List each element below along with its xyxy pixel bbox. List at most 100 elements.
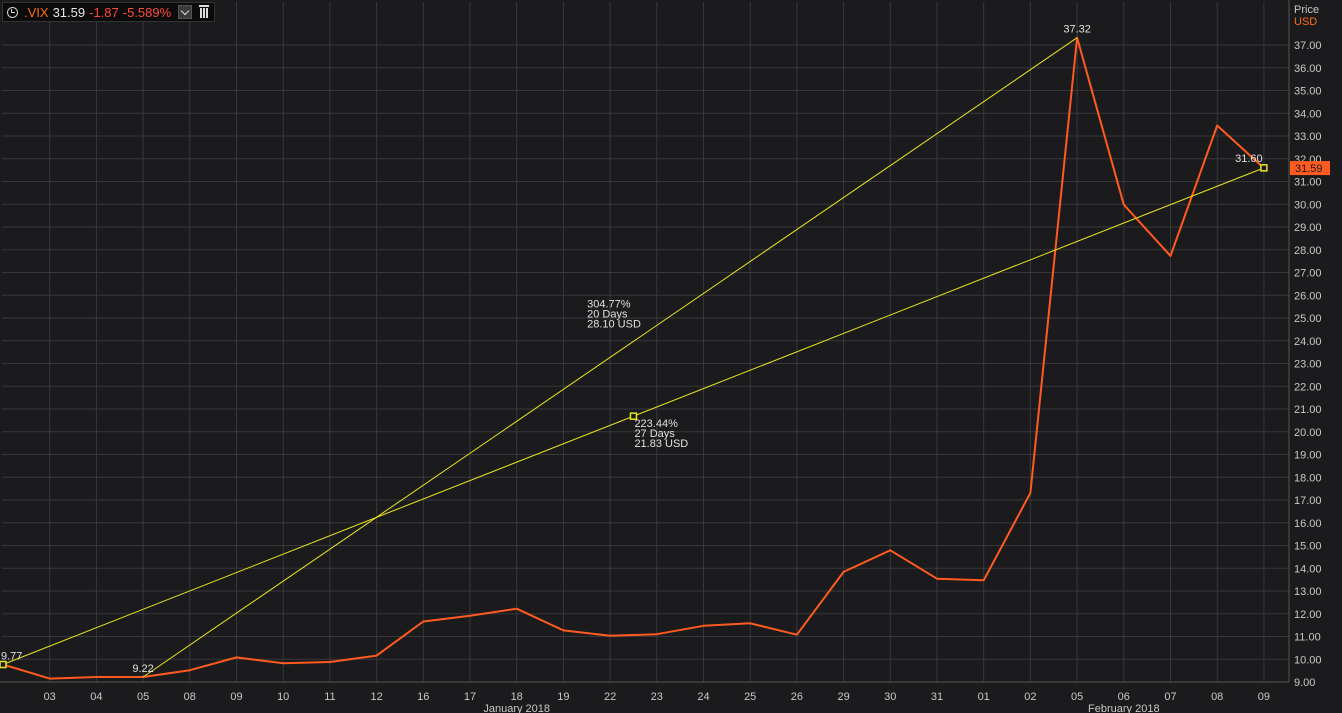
- x-tick-label: 18: [511, 691, 523, 703]
- data-point[interactable]: [887, 547, 893, 553]
- y-tick-label: 26.00: [1294, 290, 1322, 302]
- x-tick-label: 30: [884, 691, 896, 703]
- trendline-stat: 28.10 USD: [587, 318, 641, 330]
- price-change-percent: -5.589%: [122, 4, 172, 20]
- trendline-handle[interactable]: [1260, 164, 1268, 172]
- y-tick-label: 24.00: [1294, 336, 1322, 348]
- y-tick-label: 29.00: [1294, 222, 1322, 234]
- data-point[interactable]: [93, 674, 99, 680]
- x-tick-label: 25: [744, 691, 756, 703]
- x-tick-label: 05: [1071, 691, 1083, 703]
- data-point[interactable]: [747, 620, 753, 626]
- data-point[interactable]: [701, 623, 707, 629]
- data-point[interactable]: [841, 569, 847, 575]
- y-tick-label: 21.00: [1294, 404, 1322, 416]
- trendline-stat: 21.83 USD: [634, 438, 688, 450]
- symbol-label[interactable]: .VIX: [24, 5, 49, 20]
- y-tick-label: 14.00: [1294, 563, 1322, 575]
- chevron-down-icon[interactable]: [178, 5, 193, 19]
- y-tick-label: 35.00: [1294, 86, 1322, 98]
- x-tick-label: 26: [791, 691, 803, 703]
- x-tick-label: 04: [90, 691, 102, 703]
- y-tick-label: 17.00: [1294, 495, 1322, 507]
- trash-icon[interactable]: [198, 5, 210, 19]
- data-point[interactable]: [1121, 202, 1127, 208]
- data-point[interactable]: [654, 631, 660, 637]
- data-point[interactable]: [514, 606, 520, 612]
- data-point[interactable]: [420, 618, 426, 624]
- axes: 9.00 10.00 11.00 12.00 13.00 14.00 15.00 16.00 1…: [0, 0, 1330, 713]
- y-tick-label: 19.00: [1294, 450, 1322, 462]
- x-tick-label: 19: [557, 691, 569, 703]
- price-change: -1.87: [89, 4, 119, 20]
- data-point[interactable]: [934, 576, 940, 582]
- x-tick-label: 08: [184, 691, 196, 703]
- value-annotation: 9.22: [132, 663, 153, 675]
- y-tick-label: 25.00: [1294, 313, 1322, 325]
- data-point[interactable]: [607, 633, 613, 639]
- data-point[interactable]: [327, 659, 333, 665]
- y-tick-label: 13.00: [1294, 586, 1322, 598]
- month-label: January 2018: [483, 703, 550, 713]
- x-tick-label: 23: [651, 691, 663, 703]
- y-tick-label: 15.00: [1294, 541, 1322, 553]
- y-tick-label: 36.00: [1294, 63, 1322, 75]
- month-label: February 2018: [1088, 703, 1160, 713]
- x-tick-label: 11: [324, 691, 335, 703]
- x-tick-label: 09: [230, 691, 242, 703]
- value-annotation: 37.32: [1063, 24, 1091, 36]
- y-tick-label: 11.00: [1294, 632, 1321, 644]
- x-tick-label: 05: [137, 691, 149, 703]
- x-tick-label: 16: [417, 691, 429, 703]
- x-tick-label: 31: [931, 691, 943, 703]
- x-tick-label: 24: [697, 691, 709, 703]
- data-point[interactable]: [47, 676, 53, 682]
- y-tick-label: 31.00: [1294, 177, 1322, 189]
- y-tick-label: 33.00: [1294, 131, 1322, 143]
- y-tick-label: 10.00: [1294, 654, 1322, 666]
- data-point[interactable]: [467, 613, 473, 619]
- price-line[interactable]: [2, 36, 1265, 680]
- y-tick-label: 37.00: [1294, 40, 1322, 52]
- data-point[interactable]: [560, 627, 566, 633]
- x-tick-label: 09: [1258, 691, 1270, 703]
- chart[interactable]: 9.00 10.00 11.00 12.00 13.00 14.00 15.00 16.00 1…: [0, 0, 1342, 713]
- x-tick-label: 03: [44, 691, 56, 703]
- axis-header-label: Price: [1294, 4, 1319, 16]
- data-point[interactable]: [234, 654, 240, 660]
- axis-header-unit: USD: [1294, 16, 1317, 28]
- last-price: 31.59: [52, 4, 86, 20]
- y-tick-label: 34.00: [1294, 108, 1322, 120]
- y-tick-label: 28.00: [1294, 245, 1322, 257]
- y-tick-label: 16.00: [1294, 518, 1322, 530]
- x-tick-label: 06: [1118, 691, 1130, 703]
- data-point[interactable]: [1168, 253, 1174, 259]
- x-tick-label: 17: [464, 691, 476, 703]
- x-tick-label: 29: [837, 691, 849, 703]
- y-tick-label: 30.00: [1294, 199, 1322, 211]
- x-tick-label: 08: [1211, 691, 1223, 703]
- value-annotation: 31.60: [1235, 153, 1263, 165]
- data-point[interactable]: [794, 632, 800, 638]
- data-point[interactable]: [1027, 490, 1033, 496]
- y-tick-label: 18.00: [1294, 472, 1322, 484]
- y-tick-label: 27.00: [1294, 268, 1322, 280]
- data-point[interactable]: [187, 667, 193, 673]
- data-point[interactable]: [1214, 123, 1220, 129]
- x-tick-label: 07: [1164, 691, 1176, 703]
- y-tick-label: 20.00: [1294, 427, 1322, 439]
- y-tick-label: 9.00: [1294, 677, 1315, 689]
- x-tick-label: 02: [1024, 691, 1036, 703]
- last-price-tag-label: 31.59: [1295, 163, 1323, 175]
- x-tick-label: 10: [277, 691, 289, 703]
- y-tick-label: 23.00: [1294, 359, 1322, 371]
- chart-toolbar: .VIX 31.59 -1.87 -5.589%: [2, 2, 216, 22]
- x-tick-label: 22: [604, 691, 616, 703]
- value-annotation: 9.77: [1, 650, 22, 662]
- data-point[interactable]: [981, 577, 987, 583]
- x-tick-label: 01: [978, 691, 990, 703]
- data-point[interactable]: [374, 653, 380, 659]
- data-point[interactable]: [280, 660, 286, 666]
- y-tick-label: 12.00: [1294, 609, 1322, 621]
- clock-icon[interactable]: [7, 6, 18, 18]
